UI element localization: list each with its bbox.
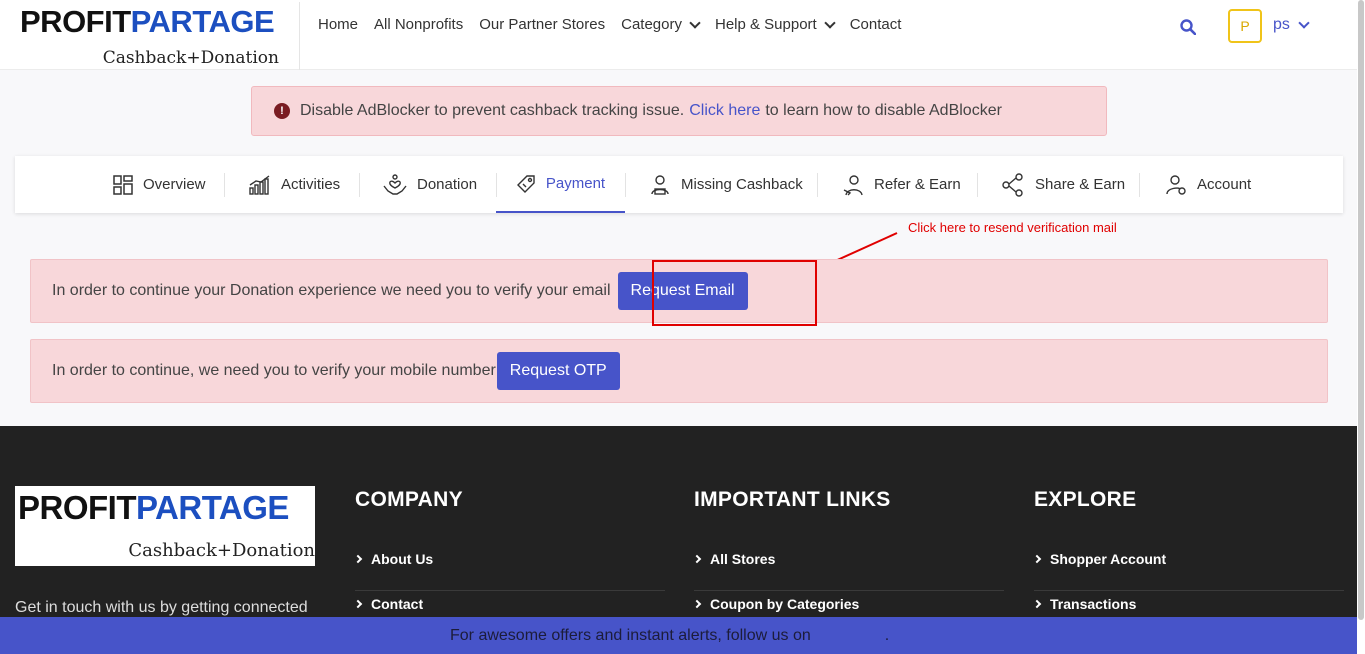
chevron-right-icon: [692, 554, 702, 564]
nav-partner-stores[interactable]: Our Partner Stores: [479, 16, 605, 33]
search-icon[interactable]: [1180, 19, 1196, 35]
footer-important-title: IMPORTANT LINKS: [694, 488, 891, 511]
footer-link-label: About Us: [371, 551, 434, 567]
user-menu[interactable]: ps: [1273, 16, 1310, 34]
nav-category[interactable]: Category: [621, 16, 701, 33]
tab-payment-label: Payment: [545, 175, 606, 192]
footer-important-column: IMPORTANT LINKS All Stores Coupon by Cat…: [692, 488, 1004, 612]
cashback-person-icon: [651, 174, 669, 195]
tab-divider: [224, 173, 225, 197]
page-scrollbar[interactable]: [1357, 0, 1365, 654]
logo-tagline: Cashback+Donation: [102, 48, 279, 68]
footer-link-label: Shopper Account: [1050, 551, 1167, 567]
footer-logo-wordmark: PROFITPARTAGE: [18, 489, 289, 526]
tab-missing-cashback-label: Missing Cashback: [681, 176, 803, 193]
share-icon: [1002, 172, 1023, 197]
footer-tagline: Get in touch with us by getting connecte…: [15, 599, 308, 616]
account-gear-icon: [1166, 174, 1186, 195]
tab-divider: [817, 173, 818, 197]
account-tabs: Overview Activities Donation Payment Mis…: [15, 156, 1343, 213]
footer-logo[interactable]: PROFITPARTAGE Cashback+Donation: [15, 486, 315, 566]
scrollbar-thumb[interactable]: [1358, 0, 1364, 620]
footer-link-all-stores[interactable]: All Stores: [692, 551, 1004, 591]
footer-explore-title: EXPLORE: [1034, 488, 1137, 511]
nav-category-label: Category: [621, 16, 682, 33]
nav-contact[interactable]: Contact: [850, 16, 902, 33]
adblock-text-end: to learn how to disable AdBlocker: [765, 102, 1002, 119]
tab-account[interactable]: Account: [1165, 156, 1251, 213]
mobile-verification-alert: In order to continue, we need you to ver…: [30, 339, 1328, 403]
site-header: PROFITPARTAGE Cashback+Donation Home All…: [0, 0, 1357, 70]
tab-share-earn[interactable]: Share & Earn: [1001, 156, 1125, 213]
social-follow-bar: For awesome offers and instant alerts, f…: [0, 617, 1357, 654]
request-otp-button[interactable]: Request OTP: [496, 352, 620, 390]
adblock-notice: ! Disable AdBlocker to prevent cashback …: [251, 86, 1107, 136]
nav-home[interactable]: Home: [318, 16, 358, 33]
tab-divider: [625, 173, 626, 197]
chevron-right-icon: [1032, 554, 1042, 564]
user-name-label: ps: [1273, 16, 1290, 33]
grid-icon: [113, 174, 133, 195]
payment-tag-icon: [516, 174, 535, 193]
footer-link-label: Transactions: [1050, 596, 1137, 612]
chevron-right-icon: [353, 599, 363, 609]
social-follow-text: For awesome offers and instant alerts, f…: [450, 626, 811, 644]
footer-link-about-us[interactable]: About Us: [353, 551, 665, 591]
chevron-down-icon: [1298, 17, 1310, 29]
tab-payment[interactable]: Payment: [496, 156, 625, 213]
chevron-right-icon: [353, 554, 363, 564]
mobile-verification-text: In order to continue, we need you to ver…: [52, 362, 496, 379]
tab-activities-label: Activities: [281, 176, 341, 193]
tab-refer-earn[interactable]: Refer & Earn: [842, 156, 961, 213]
logo-wordmark: PROFITPARTAGE: [20, 4, 275, 39]
tab-divider: [359, 173, 360, 197]
nav-help-label: Help & Support: [714, 16, 817, 33]
chevron-right-icon: [1032, 599, 1042, 609]
nav-help-support[interactable]: Help & Support: [714, 16, 836, 33]
tab-missing-cashback[interactable]: Missing Cashback: [649, 156, 803, 213]
tab-divider: [1139, 173, 1140, 197]
annotation-highlight-box: [652, 260, 817, 326]
nav-all-nonprofits[interactable]: All Nonprofits: [374, 16, 463, 33]
brand-logo[interactable]: PROFITPARTAGE Cashback+Donation: [20, 2, 300, 70]
donation-hands-icon: [383, 173, 407, 195]
footer-link-shopper-account[interactable]: Shopper Account: [1032, 551, 1344, 591]
tab-account-label: Account: [1197, 176, 1252, 193]
info-icon: !: [274, 103, 290, 119]
tab-share-earn-label: Share & Earn: [1035, 176, 1126, 193]
refer-person-icon: [843, 174, 863, 195]
adblock-text: Disable AdBlocker to prevent cashback tr…: [300, 102, 685, 119]
chevron-right-icon: [692, 599, 702, 609]
tab-activities[interactable]: Activities: [249, 156, 340, 213]
footer-explore-column: EXPLORE Shopper Account Transactions: [1032, 488, 1344, 612]
chevron-down-icon: [824, 16, 836, 29]
tab-donation-label: Donation: [417, 176, 478, 193]
tab-divider: [977, 173, 978, 197]
tab-overview-label: Overview: [143, 176, 206, 193]
footer-link-label: All Stores: [710, 551, 776, 567]
footer-logo-tagline: Cashback+Donation: [128, 540, 315, 561]
bar-chart-icon: [249, 174, 270, 195]
annotation-text: Click here to resend verification mail: [908, 220, 1117, 235]
footer-link-label: Coupon by Categories: [710, 596, 860, 612]
email-verification-text: In order to continue your Donation exper…: [52, 282, 611, 299]
tab-refer-earn-label: Refer & Earn: [874, 176, 961, 193]
footer-company-title: COMPANY: [355, 488, 463, 511]
footer-company-column: COMPANY About Us Contact: [353, 488, 665, 612]
tab-donation[interactable]: Donation: [383, 156, 477, 213]
adblock-help-link[interactable]: Click here: [689, 102, 760, 120]
footer-link-label: Contact: [371, 596, 424, 612]
tab-overview[interactable]: Overview: [113, 156, 206, 213]
social-follow-end: .: [884, 626, 890, 644]
chevron-down-icon: [689, 16, 701, 29]
main-nav: Home All Nonprofits Our Partner Stores C…: [318, 16, 917, 33]
user-avatar[interactable]: P: [1228, 9, 1262, 43]
